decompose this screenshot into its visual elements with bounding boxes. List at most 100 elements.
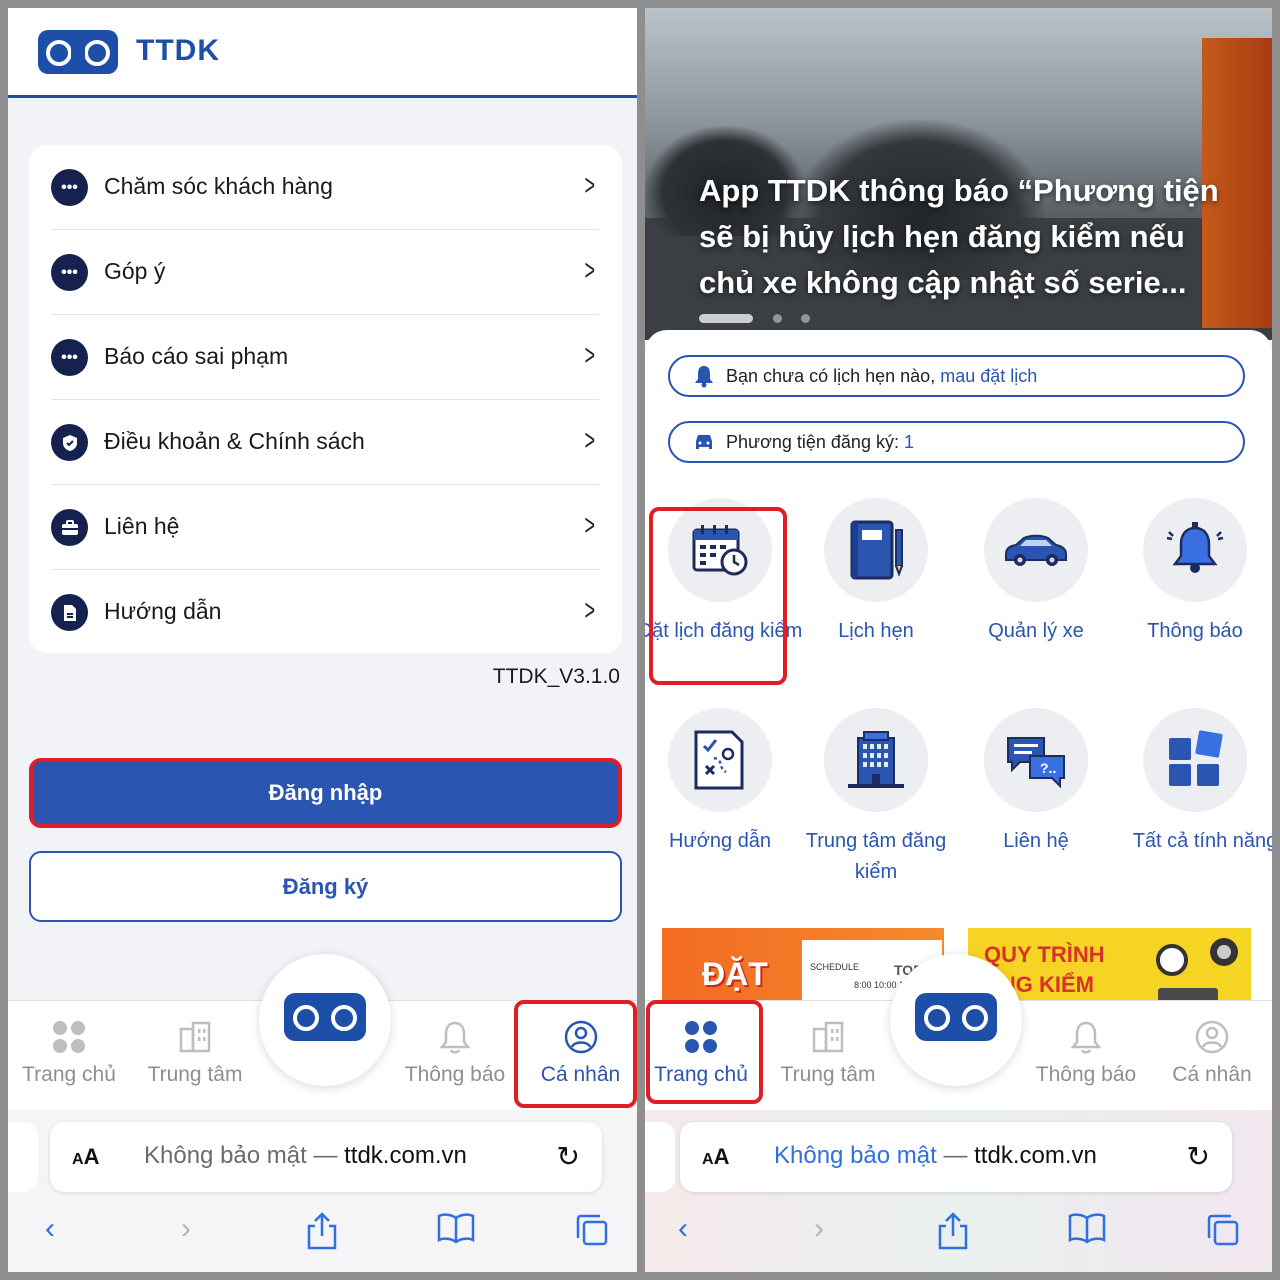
tab-label: Trung tâm (147, 1063, 243, 1086)
tab-center[interactable]: Trung tâm (135, 1001, 255, 1111)
feature-label: Hướng dẫn (668, 830, 772, 852)
feature-label: Thông báo (1147, 620, 1243, 642)
url-security-label[interactable]: Không bảo mật (774, 1142, 937, 1169)
menu-item-feedback[interactable]: ••• Góp ý > (51, 230, 599, 315)
book-now-link[interactable]: mau đặt lịch (940, 366, 1037, 386)
back-icon[interactable]: ‹ (30, 1212, 70, 1252)
vr-goggles-icon (915, 993, 997, 1041)
contact-icon (51, 509, 88, 546)
share-icon[interactable] (302, 1212, 342, 1252)
forward-icon[interactable]: › (799, 1212, 839, 1252)
carousel-dot-active (699, 314, 753, 323)
user-circle-icon (1195, 1020, 1229, 1054)
menu-item-label: Chăm sóc khách hàng (104, 173, 333, 199)
forward-icon[interactable]: › (166, 1212, 206, 1252)
share-icon[interactable] (933, 1212, 973, 1252)
news-carousel[interactable]: App TTDK thông báo “Phương tiện sẽ bị hủ… (645, 8, 1272, 340)
reader-text-size-button[interactable]: AA (702, 1144, 729, 1170)
strategy-icon (694, 730, 744, 790)
feature-icon-circle: ?.. (984, 708, 1088, 812)
register-button[interactable]: Đăng ký (29, 851, 622, 922)
previous-tab-card[interactable] (8, 1122, 38, 1192)
tab-label: Trung tâm (780, 1063, 876, 1086)
tab-label: Thông báo (404, 1063, 506, 1086)
center-vr-button[interactable] (890, 954, 1022, 1086)
left-screenshot: TTDK ••• Chăm sóc khách hàng > ••• Góp ý… (8, 8, 637, 1272)
chevron-right-icon: > (584, 254, 596, 287)
tab-label: Thông báo (1035, 1063, 1137, 1086)
chevron-right-icon: > (584, 169, 596, 202)
highlight-profile-tab (514, 1000, 637, 1108)
reload-icon[interactable]: ↻ (1187, 1140, 1210, 1173)
chat-bubbles-icon: ?.. (1007, 737, 1065, 789)
url-domain: ttdk.com.vn (344, 1142, 467, 1169)
menu-item-label: Điều khoản & Chính sách (104, 428, 365, 454)
tab-notifications[interactable]: Thông báo (398, 1001, 512, 1111)
building-icon (848, 731, 904, 788)
chevron-right-icon: > (584, 339, 596, 372)
building-outline-icon (812, 1021, 844, 1053)
vehicle-count-text: Phương tiện đăng ký: 1 (726, 432, 914, 453)
menu-item-guide[interactable]: Hướng dẫn > (51, 570, 599, 655)
vr-goggles-logo-icon (38, 30, 118, 74)
bell-outline-icon (439, 1021, 471, 1054)
menu-item-terms-policy[interactable]: Điều khoản & Chính sách > (51, 400, 599, 485)
bell-icon (1166, 522, 1224, 573)
svg-text:?..: ?.. (1040, 760, 1056, 776)
tab-center[interactable]: Trung tâm (770, 1001, 886, 1111)
browser-toolbar: AA Không bảo mật — ttdk.com.vn ↻ ‹ › (8, 1110, 637, 1272)
brand-name: TTDK (136, 34, 220, 67)
app-header: TTDK (8, 8, 637, 98)
appointment-status-pill[interactable]: Bạn chưa có lịch hẹn nào, mau đặt lịch (668, 355, 1245, 397)
center-vr-button[interactable] (259, 954, 391, 1086)
settings-menu: ••• Chăm sóc khách hàng > ••• Góp ý > ••… (29, 145, 622, 653)
back-icon[interactable]: ‹ (663, 1212, 703, 1252)
menu-item-report-violation[interactable]: ••• Báo cáo sai phạm > (51, 315, 599, 400)
menu-item-customer-care[interactable]: ••• Chăm sóc khách hàng > (51, 145, 599, 230)
tab-label: Trang chủ (22, 1063, 116, 1086)
tabs-icon[interactable] (572, 1212, 612, 1252)
bookmarks-icon[interactable] (436, 1212, 476, 1252)
feature-icon-circle (1143, 708, 1247, 812)
reader-text-size-button[interactable]: AA (72, 1144, 99, 1170)
banner-schedule-label: SCHEDULE (810, 962, 860, 972)
address-bar[interactable]: AA Không bảo mật — ttdk.com.vn ↻ (50, 1122, 602, 1192)
url-domain: ttdk.com.vn (974, 1142, 1097, 1169)
bell-outline-icon (1070, 1021, 1102, 1054)
bell-icon (695, 366, 713, 388)
appointment-message: Bạn chưa có lịch hẹn nào, (726, 366, 941, 386)
notebook-icon (850, 520, 903, 580)
highlight-book-inspection (649, 507, 787, 685)
feature-icon-circle (668, 708, 772, 812)
news-headline[interactable]: App TTDK thông báo “Phương tiện sẽ bị hủ… (699, 168, 1239, 306)
bookmarks-icon[interactable] (1067, 1212, 1107, 1252)
login-button[interactable]: Đăng nhập (29, 758, 622, 828)
reload-icon[interactable]: ↻ (557, 1140, 580, 1173)
feature-icon-circle (1143, 498, 1247, 602)
registered-vehicles-pill[interactable]: Phương tiện đăng ký: 1 (668, 421, 1245, 463)
appointment-text: Bạn chưa có lịch hẹn nào, mau đặt lịch (726, 366, 1037, 387)
previous-tab-card[interactable] (645, 1122, 675, 1192)
carousel-dot (801, 314, 810, 323)
tab-home[interactable]: Trang chủ (8, 1001, 130, 1111)
vr-goggles-icon (284, 993, 366, 1041)
menu-item-label: Liên hệ (104, 513, 180, 539)
url-security-label: Không bảo mật — (144, 1142, 345, 1169)
tabs-icon[interactable] (1203, 1212, 1243, 1252)
chevron-right-icon: > (584, 509, 596, 542)
feature-label: Liên hệ (1003, 830, 1069, 852)
menu-item-contact[interactable]: Liên hệ > (51, 485, 599, 570)
grid-icon (1169, 730, 1223, 786)
car-front-icon (696, 435, 712, 449)
grid-dots-icon (53, 1021, 85, 1053)
chat-icon: ••• (51, 254, 88, 291)
highlight-home-tab (646, 1000, 763, 1104)
banner-line1: QUY TRÌNH (984, 942, 1105, 967)
tab-notifications[interactable]: Thông báo (1028, 1001, 1144, 1111)
feature-label: Lịch hẹn (838, 620, 914, 642)
chevron-right-icon: > (584, 424, 596, 457)
address-bar[interactable]: AA Không bảo mật — ttdk.com.vn ↻ (680, 1122, 1232, 1192)
feature-label: Tất cả tính năng (1132, 830, 1272, 852)
tab-profile[interactable]: Cá nhân (1156, 1001, 1268, 1111)
tab-label: Cá nhân (1172, 1063, 1252, 1086)
